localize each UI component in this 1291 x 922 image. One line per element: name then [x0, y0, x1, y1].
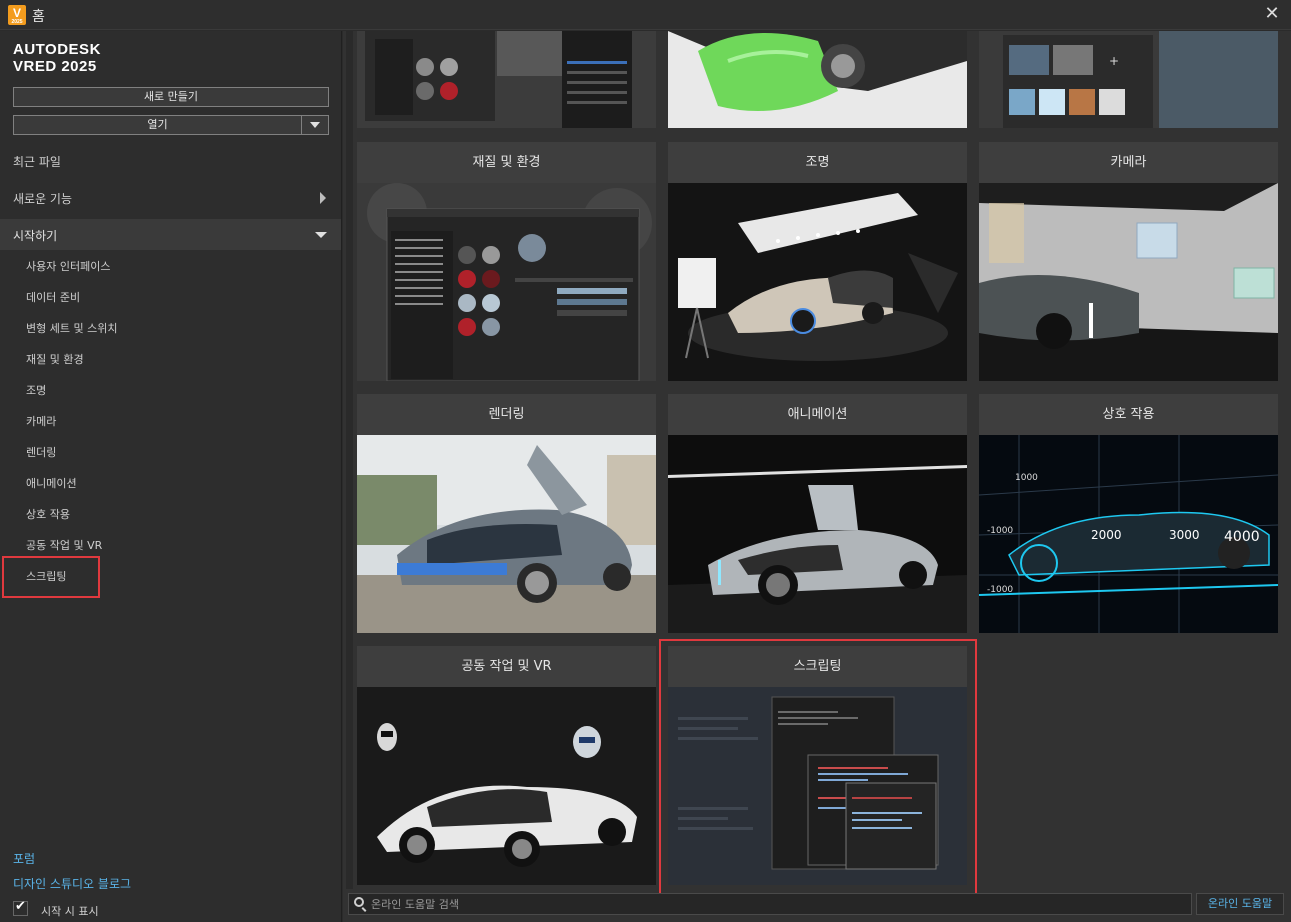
tile-caption: 공동 작업 및 VR: [357, 646, 656, 687]
highlight-scripting-nav: [2, 556, 100, 598]
scrollbar[interactable]: [346, 31, 353, 889]
sub-item-materials[interactable]: 재질 및 환경: [26, 351, 84, 367]
svg-text:+: +: [1109, 54, 1119, 68]
search-icon: [354, 897, 364, 907]
main-content: + 재질 및 환경 조명 카메라 렌더링 애니메이션 상호 작용 1000 -1…: [343, 31, 1291, 922]
open-button[interactable]: 열기: [13, 115, 302, 135]
forum-link[interactable]: 포럼: [13, 850, 35, 867]
close-icon[interactable]: ✕: [1261, 3, 1283, 25]
sub-item-data-prep[interactable]: 데이터 준비: [26, 289, 80, 305]
show-on-start-label: 시작 시 표시: [41, 905, 99, 918]
sub-item-animation[interactable]: 애니메이션: [26, 475, 77, 491]
sidebar: AUTODESK VRED 2025 새로 만들기 열기 최근 파일 새로운 기…: [0, 31, 342, 922]
sub-item-interaction[interactable]: 상호 작용: [26, 506, 70, 522]
tile-camera[interactable]: 카메라: [979, 142, 1278, 381]
green-car-image: [668, 31, 967, 128]
new-button[interactable]: 새로 만들기: [13, 87, 329, 107]
sub-item-collab-vr[interactable]: 공동 작업 및 VR: [26, 537, 102, 553]
tile-caption: 렌더링: [357, 394, 656, 435]
tile-caption: 조명: [668, 142, 967, 183]
tile-user-interface-partial[interactable]: [357, 31, 656, 128]
blog-link[interactable]: 디자인 스튜디오 블로그: [13, 875, 131, 892]
lighting-studio-image: [668, 183, 967, 381]
show-on-start-checkbox[interactable]: [13, 899, 28, 916]
title-bar: V 2025 홈 ✕: [0, 0, 1291, 30]
camera-image: [979, 183, 1278, 381]
sub-item-user-interface[interactable]: 사용자 인터페이스: [26, 258, 110, 274]
nav-whats-new[interactable]: 새로운 기능: [13, 190, 72, 207]
tile-caption: 애니메이션: [668, 394, 967, 435]
interaction-car-image: 1000 -1000 2000 3000 4000 -1000: [979, 435, 1278, 633]
window-title: 홈: [32, 9, 45, 25]
svg-text:4000: 4000: [1224, 529, 1260, 545]
nav-getting-started[interactable]: 시작하기: [0, 219, 341, 250]
sub-item-rendering[interactable]: 렌더링: [26, 444, 56, 460]
tile-rendering[interactable]: 렌더링: [357, 394, 656, 633]
tile-caption: 재질 및 환경: [357, 142, 656, 183]
svg-text:-1000: -1000: [987, 526, 1013, 536]
open-dropdown-chevron-icon[interactable]: [301, 115, 329, 135]
tile-interaction[interactable]: 상호 작용 1000 -1000 2000 3000 4000 -1000: [979, 394, 1278, 633]
search-input[interactable]: [371, 895, 1181, 913]
svg-text:2000: 2000: [1091, 528, 1122, 542]
search-bar: [348, 893, 1192, 915]
tile-data-prep-partial[interactable]: [668, 31, 967, 128]
rendering-car-image: [357, 435, 656, 633]
sub-item-lighting[interactable]: 조명: [26, 382, 46, 398]
collab-vr-image: [357, 687, 656, 885]
tile-collab-vr[interactable]: 공동 작업 및 VR: [357, 646, 656, 885]
svg-text:-1000: -1000: [987, 585, 1013, 595]
svg-text:1000: 1000: [1015, 473, 1038, 483]
autodesk-logo: AUTODESK VRED 2025: [13, 41, 101, 75]
tile-variant-sets-partial[interactable]: +: [979, 31, 1278, 128]
svg-text:3000: 3000: [1169, 528, 1200, 542]
materials-editor-image: [357, 183, 656, 381]
tile-materials[interactable]: 재질 및 환경: [357, 142, 656, 381]
online-help-button[interactable]: 온라인 도움말: [1196, 893, 1284, 915]
highlight-scripting-tile: [659, 639, 977, 896]
chevron-right-icon: [320, 192, 326, 204]
sub-item-variant-sets[interactable]: 변형 세트 및 스위치: [26, 320, 117, 336]
tile-caption: 카메라: [979, 142, 1278, 183]
tile-caption: 상호 작용: [979, 394, 1278, 435]
animation-car-image: [668, 435, 967, 633]
tile-animation[interactable]: 애니메이션: [668, 394, 967, 633]
tile-lighting[interactable]: 조명: [668, 142, 967, 381]
vred-app-icon: V 2025: [8, 5, 26, 25]
sub-item-camera[interactable]: 카메라: [26, 413, 56, 429]
variant-sets-image: +: [979, 31, 1278, 128]
ui-screenshot-image: [357, 31, 656, 128]
chevron-down-icon: [315, 232, 327, 238]
nav-recent-files[interactable]: 최근 파일: [13, 153, 61, 170]
